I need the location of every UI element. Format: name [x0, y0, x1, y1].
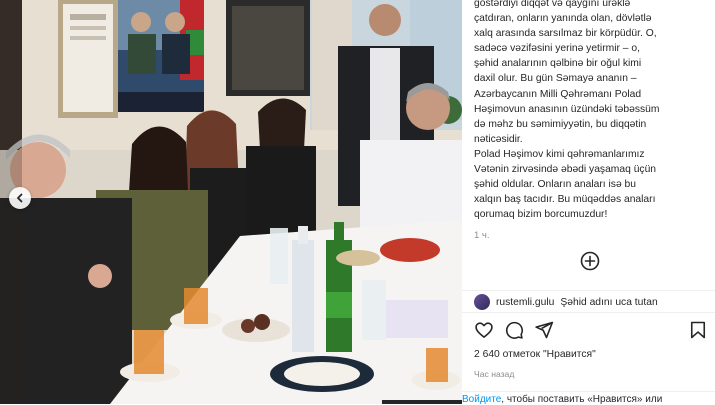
caption-line: də məhz bu səmimiyyətin, bu diqqətin: [474, 118, 647, 130]
caption-line: xalq arasında sarsılmaz bir körpüdür. O,: [474, 28, 657, 40]
comment-icon: [505, 321, 524, 339]
caption-line: sadəcə vəzifəsini yerinə yetirmir – o,: [474, 43, 640, 55]
caption-line: Polad Həşimov kimi qəhrəmanlarımız: [474, 148, 645, 160]
caption-line: göstərdiyi diqqət və qayğını ürəklə: [474, 0, 631, 9]
divider: [462, 290, 715, 291]
photo-illustration: [0, 0, 462, 404]
like-button[interactable]: [474, 320, 494, 340]
caption-line: şəhid analarının qəlbinə bir oğul kimi: [474, 58, 642, 70]
divider: [462, 391, 715, 392]
caption-line: Vətənin zirvəsində əbədi yaşamaq üçün: [474, 164, 657, 176]
bookmark-icon: [690, 321, 706, 339]
comment-row: rustemli.gulu Şəhid adını uca tutan: [474, 293, 714, 311]
post-caption: göstərdiyi diqqət və qayğını ürəklə çatd…: [474, 0, 710, 244]
caption-line: qorumaq bizim borcumuzdur!: [474, 209, 608, 221]
caption-line: çatdıran, onların yanında olan, dövlətlə: [474, 13, 652, 25]
caption-line: daxil olur. Bu gün Səmayə ananın –: [474, 73, 637, 85]
like-count[interactable]: 2 640 отметок "Нравится": [474, 349, 596, 360]
divider: [462, 312, 715, 313]
login-prompt: Войдите, чтобы поставить «Нравится» или: [462, 394, 715, 405]
post-time[interactable]: Час назад: [474, 369, 514, 379]
post-actions: [462, 318, 715, 342]
caption-line: şəhid oldular. Onların anaları isə bu: [474, 179, 636, 191]
instagram-post: göstərdiyi diqqət və qayğını ürəklə çatd…: [0, 0, 715, 405]
post-photo[interactable]: [0, 0, 462, 404]
bottom-edge-bar: [382, 400, 462, 404]
comment-button[interactable]: [504, 320, 524, 340]
login-link[interactable]: Войдите: [462, 394, 501, 405]
comment-username[interactable]: rustemli.gulu: [496, 297, 554, 308]
avatar[interactable]: [474, 294, 490, 310]
caption-line: xalqın baş tacıdır. Bu müqəddəs anaları: [474, 194, 656, 206]
plus-circle-icon: [580, 251, 600, 271]
share-icon: [535, 321, 554, 339]
login-prompt-text: , чтобы поставить «Нравится» или: [501, 394, 663, 405]
post-sidebar: göstərdiyi diqqət və qayğını ürəklə çatd…: [462, 0, 715, 405]
comment-text: Şəhid adını uca tutan: [560, 296, 658, 308]
load-more-comments-button[interactable]: [579, 250, 601, 272]
caption-line: Azərbaycanın Milli Qəhrəmanı Polad: [474, 88, 642, 100]
caption-line: nəticəsidir.: [474, 133, 523, 145]
share-button[interactable]: [534, 320, 554, 340]
caption-line: Həşimovun anasının üzündəki təbəssüm: [474, 103, 660, 115]
chevron-left-icon: [17, 193, 23, 203]
heart-icon: [475, 322, 493, 338]
save-button[interactable]: [688, 320, 708, 340]
caption-timestamp: 1 ч.: [474, 230, 490, 242]
carousel-prev-button[interactable]: [9, 187, 31, 209]
